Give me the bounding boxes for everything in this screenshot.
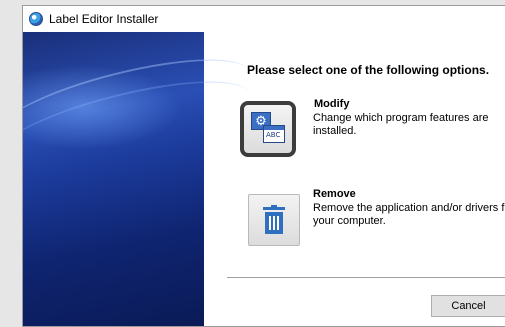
modify-description: Change which program features are instal… — [313, 112, 489, 137]
remove-button[interactable] — [248, 194, 300, 246]
instructions-heading: Please select one of the following optio… — [247, 63, 490, 77]
remove-description: Remove the application and/or drivers fr… — [313, 202, 505, 227]
installer-window: Label Editor Installer X Please select o… — [22, 5, 505, 327]
modify-button[interactable]: ⚙ ABC — [240, 101, 296, 157]
remove-title: Remove — [313, 188, 356, 200]
side-banner-image — [23, 32, 257, 326]
cancel-button[interactable]: Cancel — [431, 295, 505, 317]
app-globe-icon — [29, 12, 43, 26]
trash-icon — [263, 205, 285, 235]
title-bar: Label Editor Installer X — [23, 6, 505, 32]
footer-separator — [227, 277, 505, 279]
window-title: Label Editor Installer — [49, 12, 159, 26]
modify-title: Modify — [314, 98, 350, 110]
text-window-icon: ABC — [263, 125, 285, 143]
modify-icon: ⚙ ABC — [251, 112, 285, 146]
abc-icon-label: ABC — [266, 131, 281, 139]
